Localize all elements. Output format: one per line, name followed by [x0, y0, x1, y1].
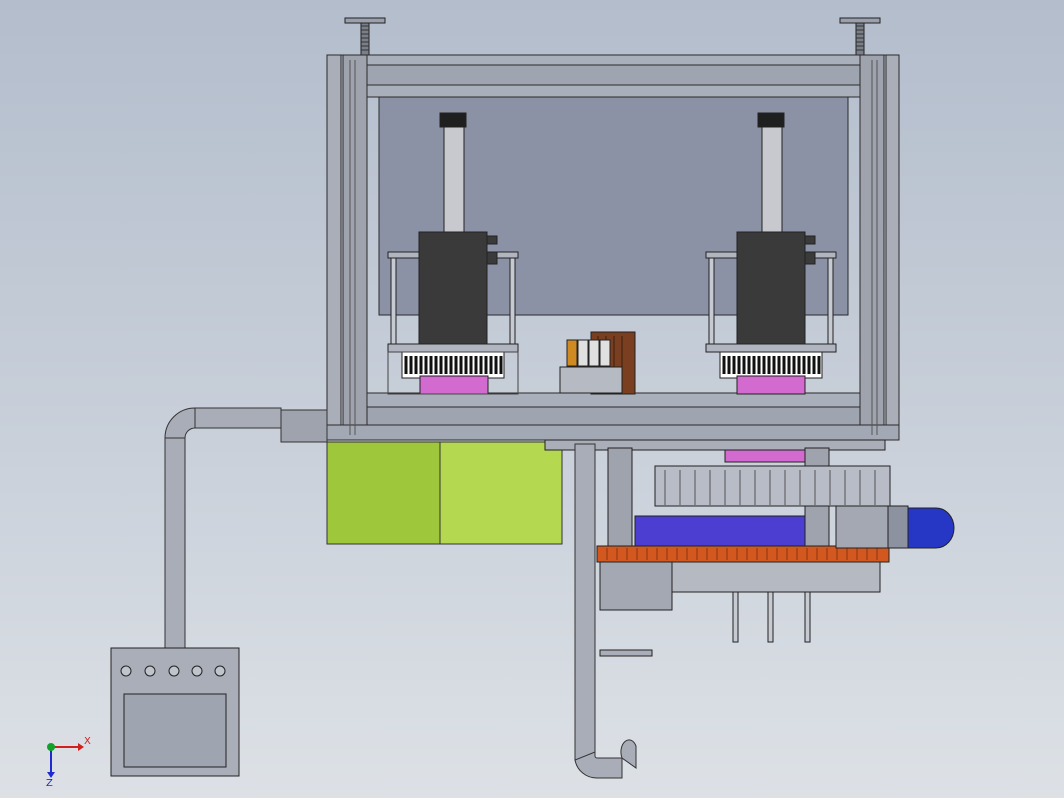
axis-triad [47, 743, 84, 778]
exhaust-duct[interactable] [164, 407, 328, 649]
green-drum[interactable] [326, 441, 563, 545]
leveling-foot-right[interactable] [839, 17, 881, 56]
cad-viewport[interactable]: X Z [0, 0, 1064, 798]
axis-z-label: Z [46, 778, 53, 789]
leveling-foot-left[interactable] [344, 17, 386, 56]
center-valve-block[interactable] [559, 331, 636, 395]
blue-drive-motor[interactable] [907, 507, 955, 549]
assembly-drawing[interactable] [0, 0, 1064, 798]
lower-mechanism[interactable] [544, 439, 909, 657]
axis-x-label: X [84, 736, 91, 747]
controller-box[interactable] [110, 647, 240, 777]
